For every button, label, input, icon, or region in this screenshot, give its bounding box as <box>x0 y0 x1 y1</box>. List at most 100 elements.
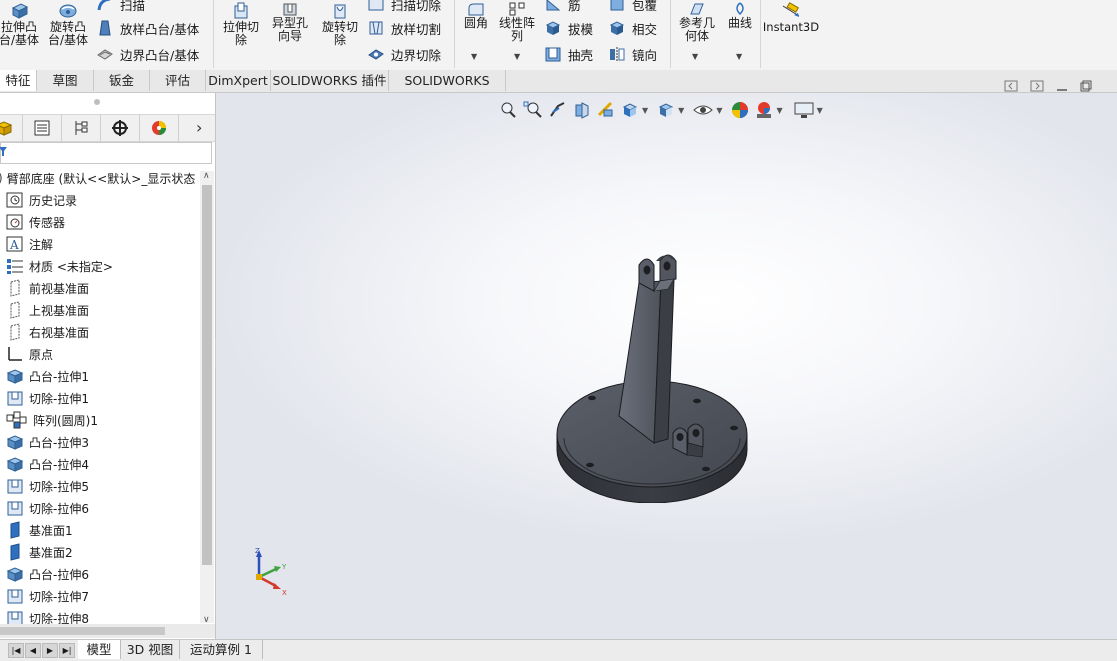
mirror-button[interactable]: 镜向 <box>608 44 657 64</box>
horizontal-scroll-thumb[interactable] <box>0 627 165 635</box>
tab-model[interactable]: 模型 <box>78 640 121 659</box>
zoom-to-fit-icon[interactable] <box>498 100 518 120</box>
instant3d-button[interactable]: Instant3D <box>762 2 820 34</box>
tab-solidworks-addins[interactable]: SOLIDWORKS 插件 <box>271 70 389 91</box>
view-settings-dropdown-icon[interactable]: ▼ <box>817 106 823 115</box>
swept-cut-button[interactable]: 扫描切除 <box>367 0 441 14</box>
hide-show-dropdown-icon[interactable]: ▼ <box>716 106 722 115</box>
tree-root-part[interactable]: ) 臂部底座 (默认<<默认>_显示状态 <box>0 167 195 189</box>
previous-view-icon[interactable] <box>548 100 568 120</box>
rib-button[interactable]: 筋 <box>544 0 581 14</box>
tree-item[interactable]: 切除-拉伸1 <box>0 387 89 409</box>
tab-dimxpert-manager[interactable] <box>101 115 140 141</box>
svg-text:A: A <box>9 238 19 252</box>
tab-sheet-metal[interactable]: 钣金 <box>94 70 150 91</box>
feature-tree-filter[interactable] <box>0 142 212 164</box>
zoom-to-area-icon[interactable] <box>522 100 544 120</box>
chevron-right-icon[interactable]: › <box>196 118 202 137</box>
tree-item[interactable]: 切除-拉伸7 <box>0 585 89 607</box>
tile-right-icon[interactable] <box>1030 80 1044 92</box>
view-settings-icon[interactable] <box>793 100 815 120</box>
curves-dropdown-icon[interactable]: ▼ <box>736 52 742 61</box>
tab-feature-manager[interactable] <box>0 115 23 141</box>
extrude-cut-button[interactable]: 拉伸切 除 <box>218 2 264 47</box>
first-tab-icon[interactable]: |◀ <box>8 643 24 658</box>
minimize-icon[interactable] <box>1056 80 1068 92</box>
display-style-dropdown-icon[interactable]: ▼ <box>678 106 684 115</box>
revolve-boss-button[interactable]: 旋转凸 台/基体 <box>44 2 92 47</box>
tree-item-label: 历史记录 <box>29 193 78 208</box>
hole-wizard-button[interactable]: 异型孔 向导 <box>266 2 314 43</box>
dynamic-annotation-icon[interactable] <box>596 100 616 120</box>
revolve-cut-button[interactable]: 旋转切 除 <box>316 2 364 47</box>
tree-item[interactable]: 切除-拉伸5 <box>0 475 89 497</box>
last-tab-icon[interactable]: ▶| <box>59 643 75 658</box>
expand-icon[interactable]: ) <box>0 171 3 185</box>
tree-item[interactable]: 材质 <未指定> <box>0 255 113 277</box>
boundary-cut-button[interactable]: 边界切除 <box>367 44 441 64</box>
reference-geometry-dropdown-icon[interactable]: ▼ <box>692 52 698 61</box>
prev-tab-icon[interactable]: ◀ <box>25 643 41 658</box>
model-view-tabs-bar: |◀ ◀ ▶ ▶| 模型 3D 视图 运动算例 1 <box>0 639 1117 661</box>
draft-button[interactable]: 拔模 <box>544 18 593 38</box>
loft-boss-button[interactable]: 放样凸台/基体 <box>96 18 199 38</box>
tab-3d-views[interactable]: 3D 视图 <box>121 640 180 659</box>
tree-item[interactable]: 传感器 <box>0 211 65 233</box>
extrude-boss-button[interactable]: 拉伸凸 台/基体 <box>0 2 44 47</box>
tree-item[interactable]: 上视基准面 <box>0 299 89 321</box>
linear-pattern-button[interactable]: 线性阵 列 <box>496 2 538 43</box>
shell-button[interactable]: 抽壳 <box>544 44 593 64</box>
hide-show-items-icon[interactable] <box>692 100 714 120</box>
arm-base-model[interactable] <box>546 243 756 503</box>
restore-icon[interactable] <box>1080 80 1092 92</box>
apply-scene-icon[interactable] <box>754 100 774 120</box>
edit-appearance-icon[interactable] <box>730 100 750 120</box>
tree-item[interactable]: 凸台-拉伸1 <box>0 365 89 387</box>
tab-display-manager[interactable] <box>140 115 179 141</box>
curves-button[interactable]: 曲线 <box>722 2 758 30</box>
view-orientation-icon[interactable] <box>620 100 640 120</box>
linear-pattern-dropdown-icon[interactable]: ▼ <box>514 52 520 61</box>
section-view-icon[interactable] <box>572 100 592 120</box>
tree-item[interactable]: 切除-拉伸6 <box>0 497 89 519</box>
fillet-dropdown-icon[interactable]: ▼ <box>471 52 477 61</box>
tab-property-manager[interactable] <box>23 115 62 141</box>
tree-item[interactable]: 阵列(圆周)1 <box>0 409 98 431</box>
tree-item[interactable]: 基准面1 <box>0 519 73 541</box>
crosshair-icon <box>112 120 128 136</box>
tree-item[interactable]: 凸台-拉伸6 <box>0 563 89 585</box>
tab-evaluate[interactable]: 评估 <box>150 70 206 91</box>
apply-scene-dropdown-icon[interactable]: ▼ <box>776 106 782 115</box>
tab-configuration-manager[interactable] <box>62 115 101 141</box>
tree-item[interactable]: 历史记录 <box>0 189 77 211</box>
wrap-button[interactable]: 包覆 <box>608 0 657 14</box>
fillet-button[interactable]: 圆角 <box>458 2 494 30</box>
tree-item[interactable]: 前视基准面 <box>0 277 89 299</box>
lofted-cut-button[interactable]: 放样切割 <box>367 18 441 38</box>
graphics-area[interactable]: ▼ ▼ ▼ ▼ ▼ Z Y X <box>216 80 1117 639</box>
tree-item[interactable]: A 注解 <box>0 233 53 255</box>
tab-solidworks-mbd[interactable]: SOLIDWORKS MBD <box>389 70 506 109</box>
horizontal-scrollbar[interactable] <box>0 624 215 638</box>
tab-features[interactable]: 特征 <box>0 70 37 91</box>
boundary-boss-button[interactable]: 边界凸台/基体 <box>96 44 199 64</box>
view-orientation-dropdown-icon[interactable]: ▼ <box>642 106 648 115</box>
next-tab-icon[interactable]: ▶ <box>42 643 58 658</box>
scroll-up-icon[interactable]: ∧ <box>203 171 210 181</box>
reference-geometry-button[interactable]: 参考几 何体 <box>674 2 720 43</box>
tab-sketch[interactable]: 草图 <box>37 70 94 91</box>
tree-item[interactable]: 右视基准面 <box>0 321 89 343</box>
scrollbar-thumb[interactable] <box>202 185 212 565</box>
display-style-icon[interactable] <box>656 100 676 120</box>
tree-item[interactable]: 基准面2 <box>0 541 73 563</box>
tree-item[interactable]: 原点 <box>0 343 53 365</box>
sweep-icon <box>97 0 111 11</box>
tile-left-icon[interactable] <box>1004 80 1018 92</box>
tree-item[interactable]: 凸台-拉伸4 <box>0 453 89 475</box>
panel-grip-icon[interactable] <box>94 99 100 105</box>
tree-item[interactable]: 凸台-拉伸3 <box>0 431 89 453</box>
tab-motion-study-1[interactable]: 运动算例 1 <box>180 640 263 659</box>
tab-dimxpert[interactable]: DimXpert <box>206 70 271 91</box>
intersect-button[interactable]: 相交 <box>608 18 657 38</box>
sweep-button[interactable]: 扫描 <box>96 0 145 14</box>
